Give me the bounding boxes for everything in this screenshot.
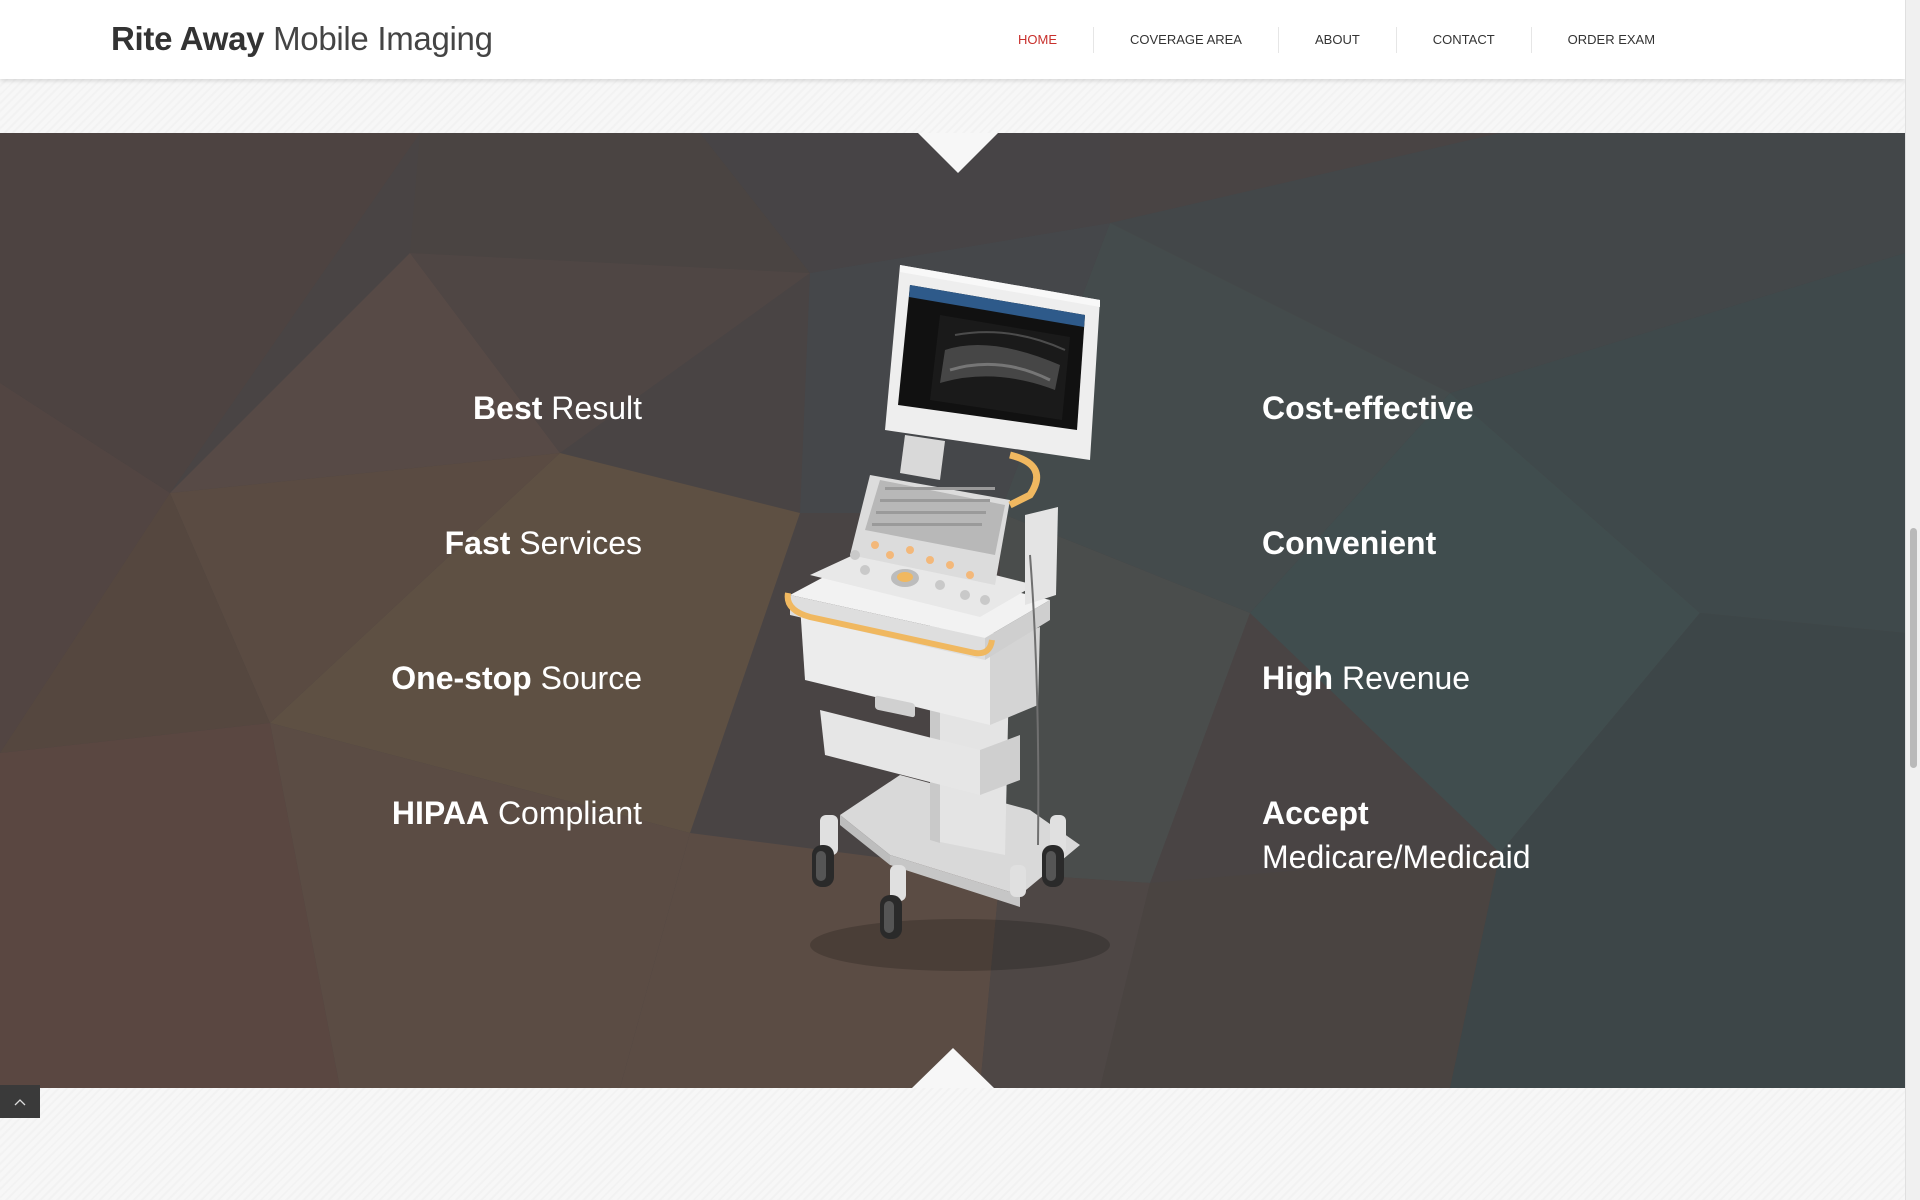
feature-bold: Fast bbox=[444, 525, 511, 561]
feature-bold: One-stop bbox=[391, 660, 532, 696]
feature-light: Revenue bbox=[1341, 660, 1471, 696]
feature-high-revenue: High Revenue bbox=[1262, 656, 1470, 700]
nav-coverage-area[interactable]: COVERAGE AREA bbox=[1093, 26, 1278, 53]
back-to-top-button[interactable] bbox=[0, 1085, 40, 1118]
page-scrollbar[interactable] bbox=[1905, 0, 1920, 1200]
section-notch-bottom bbox=[912, 1048, 994, 1088]
section-notch-top bbox=[918, 133, 998, 173]
site-header: Rite Away Mobile Imaging HOME COVERAGE A… bbox=[0, 0, 1905, 79]
feature-bold: Best bbox=[473, 390, 543, 426]
feature-light: Services bbox=[519, 525, 642, 561]
feature-best-result: Best Result bbox=[473, 386, 642, 430]
main-nav: HOME COVERAGE AREA ABOUT CONTACT ORDER E… bbox=[982, 0, 1691, 79]
feature-accept-medicare: Accept Medicare/Medicaid bbox=[1262, 791, 1531, 879]
feature-cost-effective: Cost-effective bbox=[1262, 386, 1474, 430]
feature-bold: Cost-effective bbox=[1262, 390, 1474, 426]
site-logo[interactable]: Rite Away Mobile Imaging bbox=[111, 20, 493, 58]
feature-bold: HIPAA bbox=[391, 795, 490, 831]
ultrasound-cart-image bbox=[784, 265, 1110, 971]
feature-convenient: Convenient bbox=[1262, 521, 1436, 565]
feature-hipaa-compliant: HIPAA Compliant bbox=[392, 791, 642, 835]
logo-bold-text: Rite Away bbox=[111, 20, 265, 57]
logo-light-text: Mobile Imaging bbox=[273, 20, 493, 57]
nav-home[interactable]: HOME bbox=[982, 27, 1093, 53]
nav-order-exam[interactable]: ORDER EXAM bbox=[1530, 26, 1691, 53]
feature-light: Compliant bbox=[497, 795, 642, 831]
feature-bold: High bbox=[1262, 660, 1334, 696]
feature-bold: Convenient bbox=[1262, 525, 1437, 561]
feature-one-stop-source: One-stop Source bbox=[391, 656, 642, 700]
feature-light: Result bbox=[551, 390, 642, 426]
nav-contact[interactable]: CONTACT bbox=[1395, 26, 1531, 53]
nav-about[interactable]: ABOUT bbox=[1277, 26, 1396, 53]
chevron-up-icon bbox=[14, 1098, 26, 1105]
scrollbar-thumb[interactable] bbox=[1910, 528, 1917, 768]
feature-light: Medicare/Medicaid bbox=[1262, 839, 1531, 875]
feature-light: Source bbox=[540, 660, 642, 696]
feature-fast-services: Fast Services bbox=[445, 521, 642, 565]
feature-bold: Accept bbox=[1262, 795, 1369, 831]
